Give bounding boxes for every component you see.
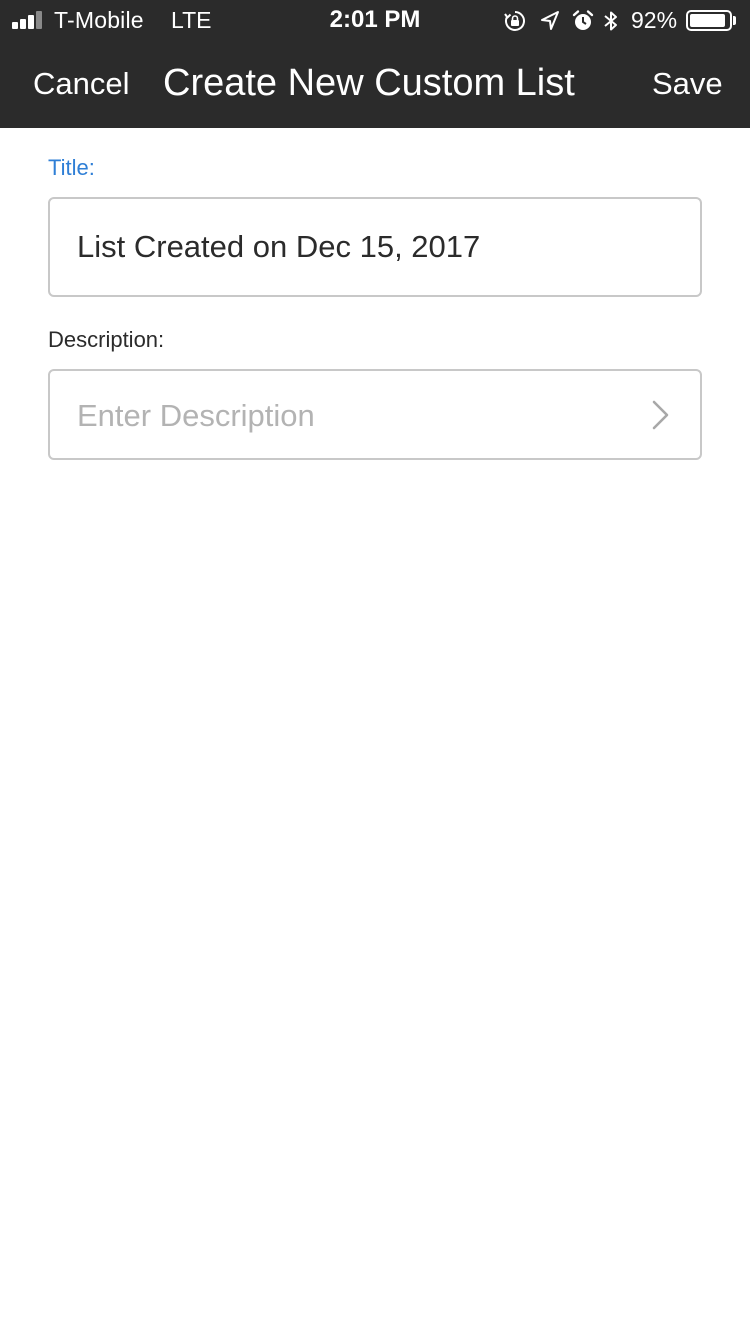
top-bar: T-Mobile LTE 2:01 PM 92% Cancel Create N… [0,0,750,128]
cancel-button[interactable]: Cancel [33,66,130,102]
title-input-value[interactable]: List Created on Dec 15, 2017 [77,229,480,265]
description-field[interactable]: Enter Description [48,369,702,460]
rotation-lock-icon [504,11,525,31]
battery-icon [686,10,732,31]
battery-fill [690,14,725,27]
bluetooth-icon [604,11,617,31]
alarm-icon [572,10,594,30]
page-title: Create New Custom List [163,62,575,104]
status-bar: T-Mobile LTE 2:01 PM 92% [0,0,750,40]
title-field[interactable]: List Created on Dec 15, 2017 [48,197,702,297]
description-placeholder: Enter Description [77,398,315,433]
battery-percent: 92% [631,7,678,33]
chevron-right-icon[interactable] [650,399,672,431]
battery-nub [733,16,736,25]
save-button[interactable]: Save [652,66,723,102]
title-label: Title: [48,155,95,180]
description-label: Description: [48,327,165,352]
location-arrow-icon [541,11,559,30]
